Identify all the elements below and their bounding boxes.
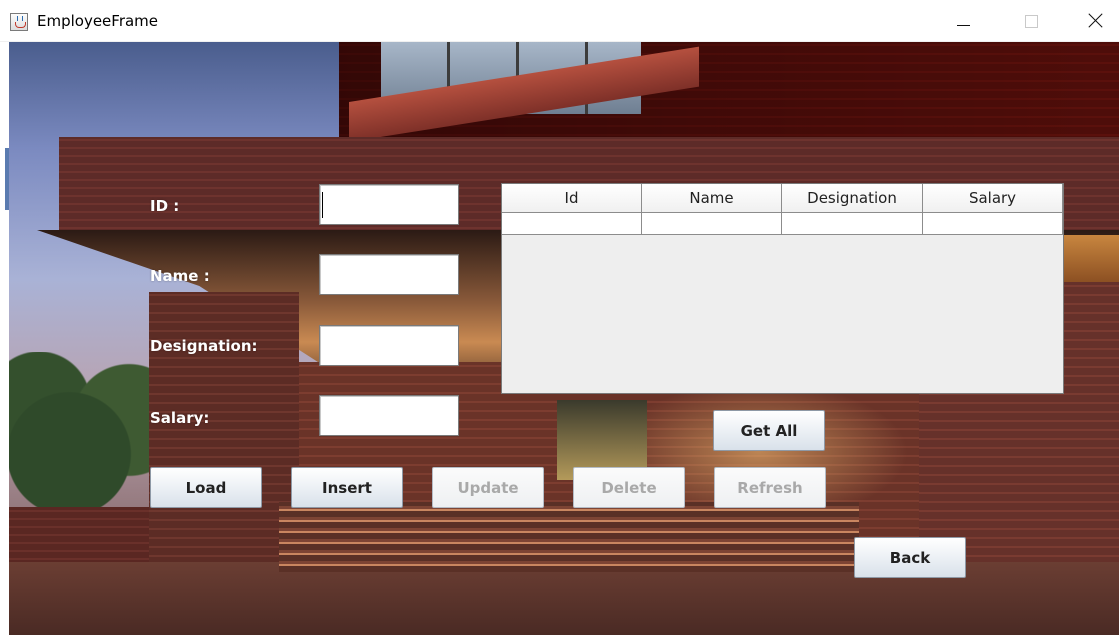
designation-field[interactable]	[319, 325, 459, 366]
background-steps	[279, 502, 859, 572]
designation-label: Designation:	[150, 337, 258, 355]
column-header-salary[interactable]: Salary	[923, 184, 1063, 213]
get-all-button[interactable]: Get All	[713, 410, 825, 451]
column-header-id[interactable]: Id	[502, 184, 642, 213]
table-cell[interactable]	[923, 213, 1063, 235]
window-title: EmployeeFrame	[37, 12, 159, 30]
id-label: ID :	[150, 197, 180, 215]
back-button[interactable]: Back	[854, 537, 966, 578]
table-cell[interactable]	[642, 213, 782, 235]
load-button[interactable]: Load	[150, 467, 262, 508]
update-button[interactable]: Update	[432, 467, 544, 508]
background-trees	[9, 352, 159, 522]
name-label: Name :	[150, 267, 210, 285]
text-caret	[322, 192, 323, 218]
delete-button[interactable]: Delete	[573, 467, 685, 508]
maximize-icon[interactable]	[1008, 0, 1054, 42]
salary-label: Salary:	[150, 409, 210, 427]
column-header-name[interactable]: Name	[642, 184, 782, 213]
employee-table[interactable]: Id Name Designation Salary	[501, 183, 1064, 394]
minimize-icon[interactable]	[940, 0, 986, 42]
java-cup-icon	[10, 13, 28, 31]
table-row[interactable]	[502, 213, 1063, 235]
table-header: Id Name Designation Salary	[502, 184, 1063, 213]
name-field[interactable]	[319, 254, 459, 295]
refresh-button[interactable]: Refresh	[714, 467, 826, 508]
table-cell[interactable]	[502, 213, 642, 235]
column-header-designation[interactable]: Designation	[782, 184, 923, 213]
insert-button[interactable]: Insert	[291, 467, 403, 508]
salary-field[interactable]	[319, 395, 459, 436]
table-cell[interactable]	[782, 213, 923, 235]
close-icon[interactable]	[1073, 0, 1119, 42]
title-bar: EmployeeFrame	[0, 0, 1119, 42]
background-pillar	[149, 292, 299, 582]
window-edge-accent	[5, 148, 9, 210]
id-field[interactable]	[319, 184, 459, 225]
